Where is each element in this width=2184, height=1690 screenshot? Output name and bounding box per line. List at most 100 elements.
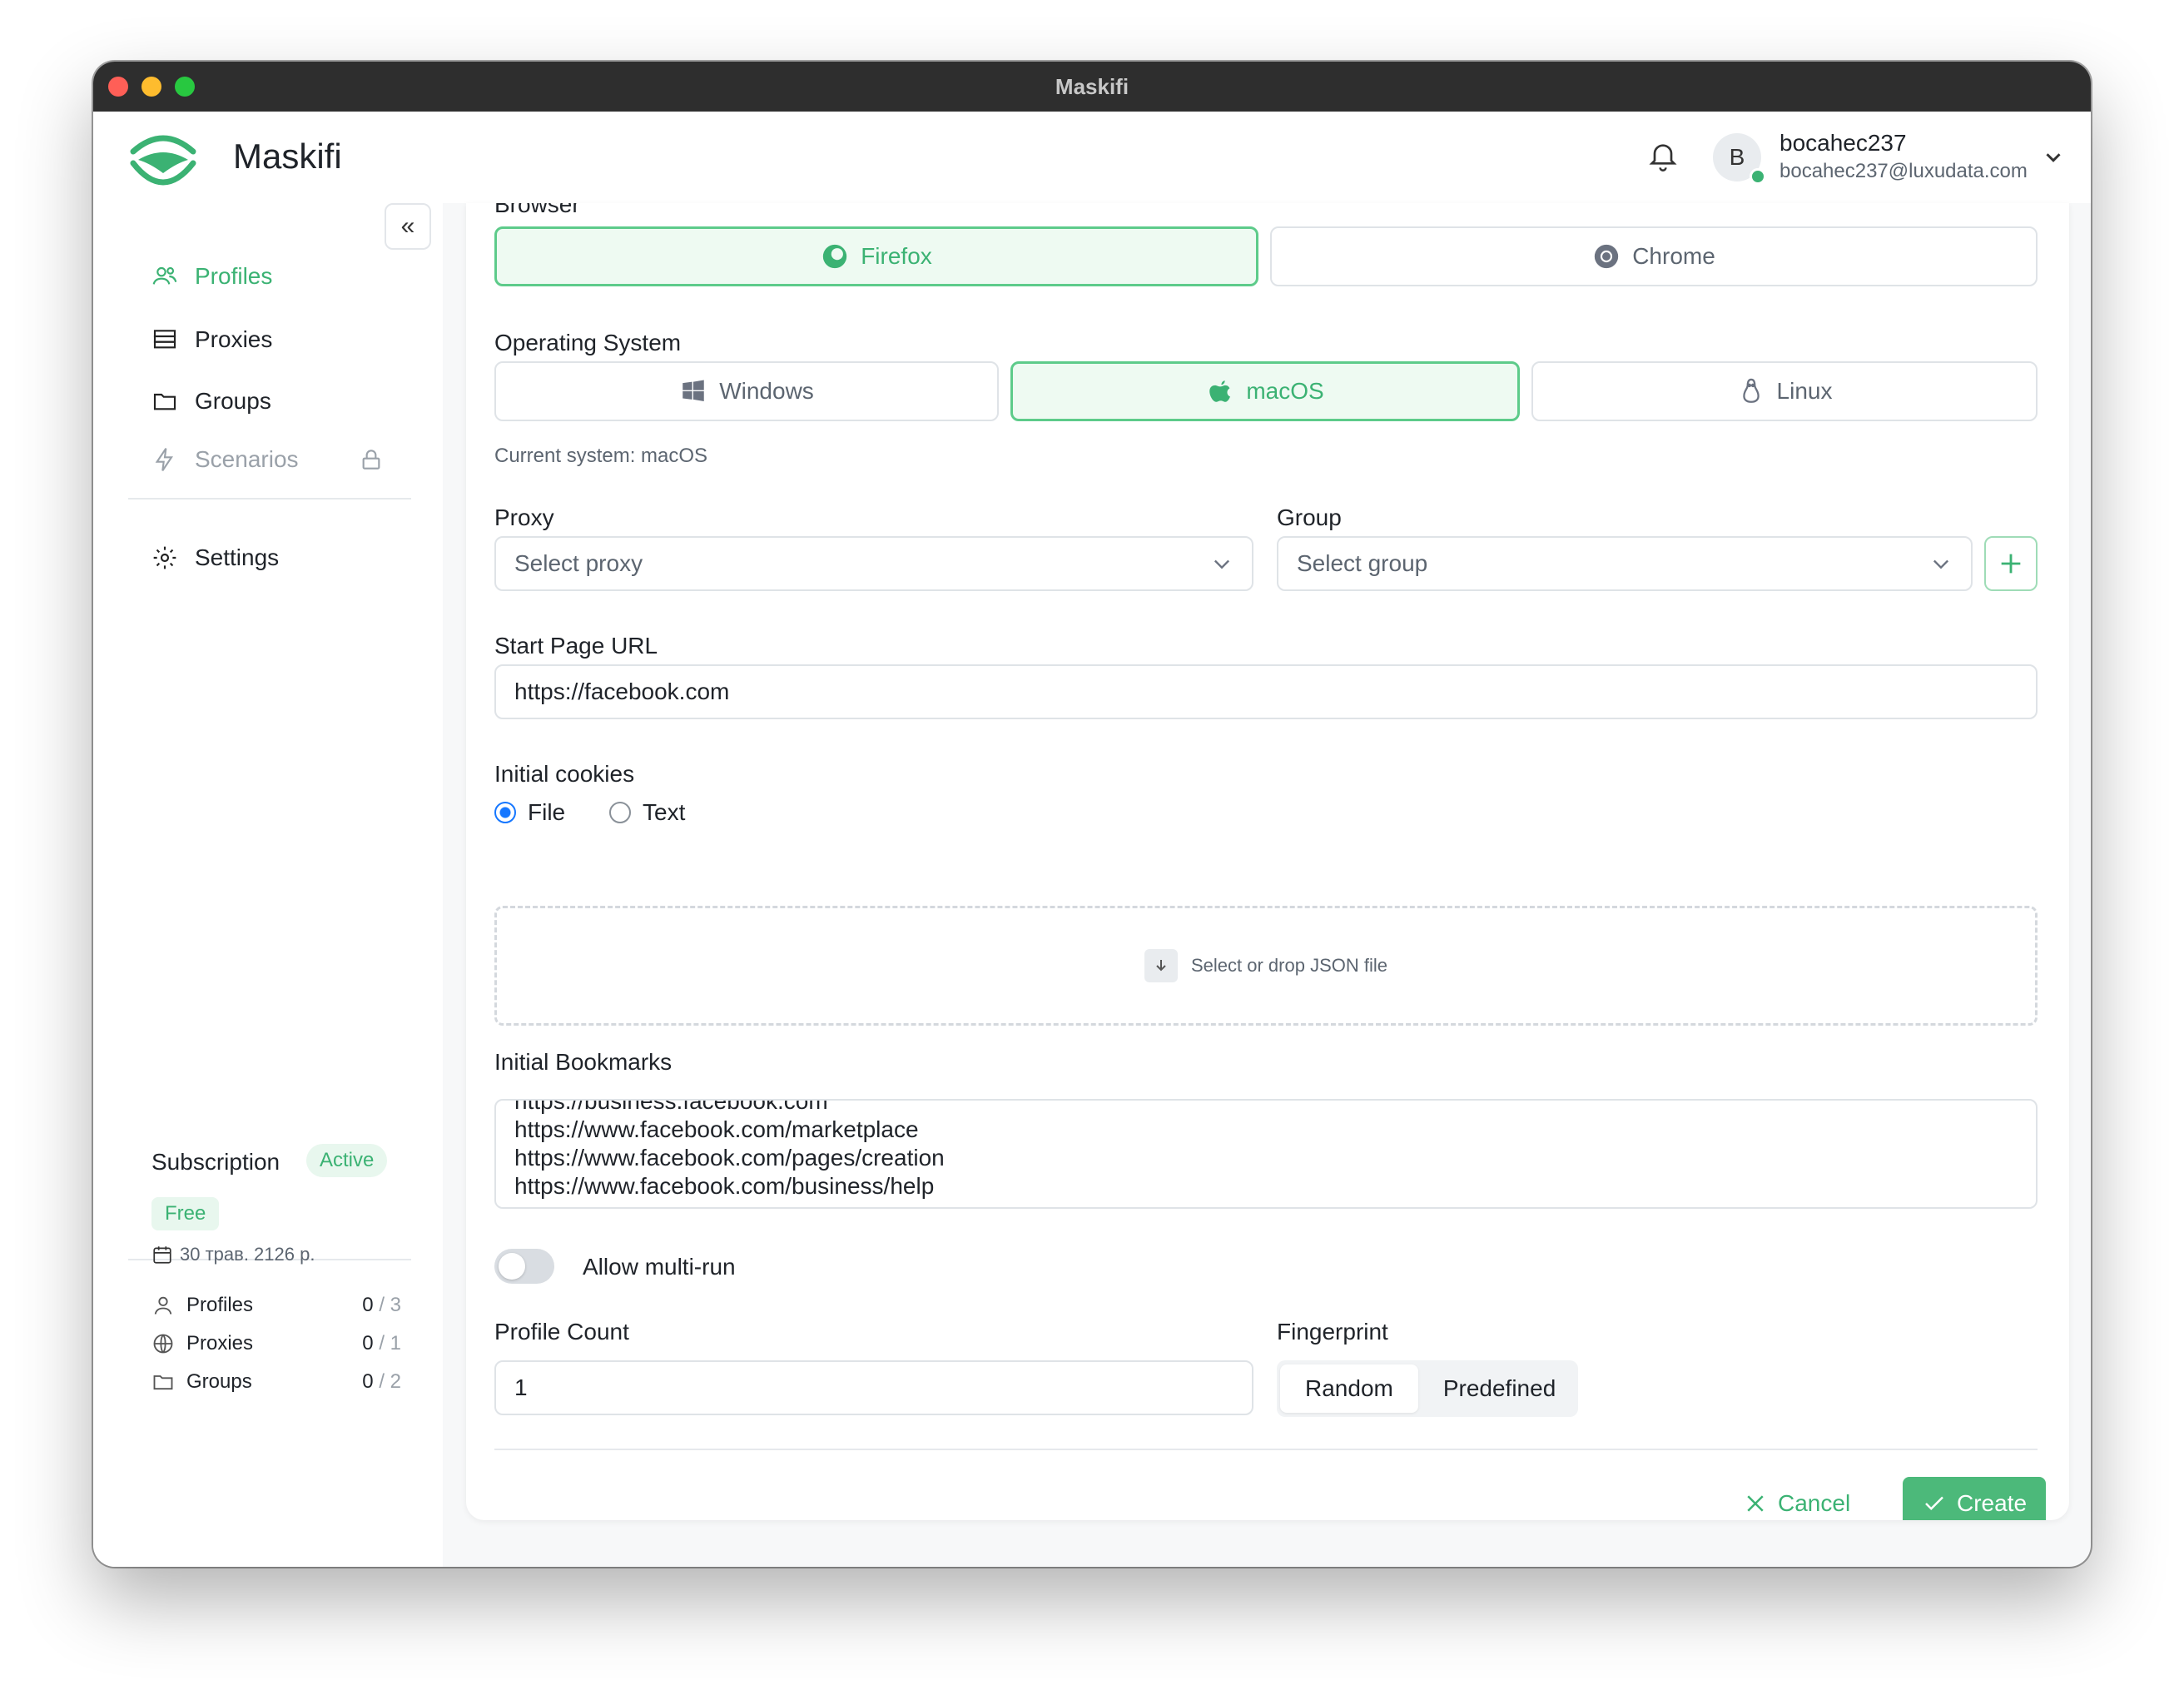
windows-icon xyxy=(682,380,704,402)
browser-firefox-button[interactable]: Firefox xyxy=(494,226,1258,286)
os-label-text: macOS xyxy=(1246,378,1324,404)
titlebar: Maskifi xyxy=(93,62,2091,112)
start-url-label: Start Page URL xyxy=(494,633,658,659)
close-window-button[interactable] xyxy=(108,77,128,97)
usage-used: 0 xyxy=(362,1294,374,1316)
start-url-input[interactable]: https://facebook.com xyxy=(494,664,2038,719)
bookmark-line: https://www.facebook.com/pages/creation xyxy=(514,1145,945,1171)
chrome-icon xyxy=(1595,244,1619,269)
proxy-select-placeholder: Select proxy xyxy=(514,550,643,576)
user-icon xyxy=(154,1296,172,1315)
fingerprint-predefined-option[interactable]: Predefined xyxy=(1418,1364,1581,1413)
os-label-text: Linux xyxy=(1776,378,1833,404)
radio-unchecked xyxy=(609,802,631,823)
cancel-button[interactable]: Cancel xyxy=(1743,1477,1850,1520)
group-label: Group xyxy=(1277,505,1342,530)
sidebar-item-label: Profiles xyxy=(195,263,273,289)
form-footer-divider xyxy=(494,1449,2038,1450)
os-macos-button[interactable]: macOS xyxy=(1010,361,1520,421)
firefox-icon xyxy=(823,244,847,269)
radio-label: File xyxy=(528,799,566,825)
cancel-label: Cancel xyxy=(1778,1490,1851,1516)
toggle-knob xyxy=(499,1253,525,1280)
bookmark-line: https://business.facebook.com xyxy=(514,1099,828,1114)
usage-label: Proxies xyxy=(186,1332,254,1354)
add-group-button[interactable] xyxy=(1984,536,2038,591)
usage-used: 0 xyxy=(362,1370,374,1393)
linux-icon xyxy=(1742,378,1760,403)
os-label-text: Windows xyxy=(719,378,814,404)
usage-profiles: Profiles 0 / 3 xyxy=(151,1294,401,1317)
fingerprint-random-option[interactable]: Random xyxy=(1280,1364,1418,1413)
sidebar: « Profiles Proxies Groups Scenarios Sett… xyxy=(93,203,443,1567)
profile-count-input[interactable]: 1 xyxy=(494,1360,1253,1415)
radio-label: Text xyxy=(643,799,686,825)
bookmark-line: https://www.facebook.com/marketplace xyxy=(514,1116,919,1142)
close-icon xyxy=(1747,1495,1764,1512)
gear-icon xyxy=(153,546,176,569)
proxy-select[interactable]: Select proxy xyxy=(494,536,1253,591)
cookies-label: Initial cookies xyxy=(494,761,635,787)
apple-icon xyxy=(1209,380,1231,402)
subscription-title: Subscription xyxy=(151,1149,280,1175)
create-button[interactable]: Create xyxy=(1903,1477,2046,1520)
usage-used: 0 xyxy=(362,1332,374,1354)
user-email: bocahec237@luxudata.com xyxy=(1779,160,2028,182)
sidebar-item-settings[interactable]: Settings xyxy=(151,544,279,571)
sidebar-divider xyxy=(128,498,411,500)
bolt-icon xyxy=(155,448,173,471)
json-dropzone[interactable]: Select or drop JSON file xyxy=(494,906,2038,1026)
minimize-window-button[interactable] xyxy=(141,77,161,97)
sidebar-item-scenarios: Scenarios xyxy=(151,446,385,473)
usage-max: / 1 xyxy=(379,1332,401,1354)
sidebar-item-proxies[interactable]: Proxies xyxy=(151,326,272,353)
multirun-toggle[interactable] xyxy=(494,1249,554,1284)
bookmarks-textarea[interactable]: https://business.facebook.com https://ww… xyxy=(494,1099,2038,1209)
usage-max: / 3 xyxy=(379,1294,401,1316)
usage-label: Profiles xyxy=(186,1294,254,1316)
group-select[interactable]: Select group xyxy=(1277,536,1973,591)
group-select-placeholder: Select group xyxy=(1297,550,1428,576)
usage-label: Groups xyxy=(186,1370,252,1393)
os-windows-button[interactable]: Windows xyxy=(494,361,999,421)
window-controls xyxy=(108,77,195,97)
browser-label: Browser xyxy=(494,203,580,217)
usage-proxies: Proxies 0 / 1 xyxy=(151,1332,401,1355)
collapse-sidebar-button[interactable]: « xyxy=(385,203,431,250)
globe-icon xyxy=(153,1334,173,1354)
download-arrow-icon xyxy=(1144,949,1178,982)
fingerprint-segmented-control: Random Predefined xyxy=(1277,1360,1578,1417)
browser-chrome-button[interactable]: Chrome xyxy=(1270,226,2038,286)
sidebar-item-profiles[interactable]: Profiles xyxy=(151,263,272,290)
usage-groups: Groups 0 / 2 xyxy=(151,1370,401,1394)
dropzone-text: Select or drop JSON file xyxy=(1191,955,1387,976)
lock-icon xyxy=(362,450,380,470)
current-system-hint: Current system: macOS xyxy=(494,445,708,467)
chevron-down-icon[interactable] xyxy=(2041,145,2066,170)
subscription-date: 30 трав. 2126 р. xyxy=(151,1244,315,1265)
notifications-bell-icon[interactable] xyxy=(1641,135,1685,178)
app-window: Maskifi Maskifi B bocahec237 bocahec237@… xyxy=(93,62,2091,1567)
folder-icon xyxy=(153,1375,173,1390)
cookies-file-radio[interactable]: File xyxy=(494,799,565,826)
online-status-dot xyxy=(1750,168,1766,185)
user-name[interactable]: bocahec237 xyxy=(1779,130,1907,157)
folder-icon xyxy=(153,393,176,410)
sidebar-item-label: Proxies xyxy=(195,326,273,352)
sidebar-item-groups[interactable]: Groups xyxy=(151,388,271,415)
bookmarks-label: Initial Bookmarks xyxy=(494,1049,673,1075)
os-linux-button[interactable]: Linux xyxy=(1531,361,2038,421)
usage-max: / 2 xyxy=(379,1370,401,1393)
subscription-status-badge: Active xyxy=(306,1144,388,1177)
create-profile-form: Browser Firefox Chrome Operating System … xyxy=(466,203,2069,1520)
sidebar-item-label: Settings xyxy=(195,544,280,570)
zoom-window-button[interactable] xyxy=(175,77,195,97)
profile-count-label: Profile Count xyxy=(494,1319,629,1345)
fingerprint-label: Fingerprint xyxy=(1277,1319,1388,1345)
check-icon xyxy=(1925,1496,1943,1511)
cookies-text-radio[interactable]: Text xyxy=(609,799,685,826)
sidebar-item-label: Groups xyxy=(195,388,271,414)
app-name: Maskifi xyxy=(233,137,342,176)
calendar-icon xyxy=(153,1246,171,1264)
proxy-label: Proxy xyxy=(494,505,554,530)
